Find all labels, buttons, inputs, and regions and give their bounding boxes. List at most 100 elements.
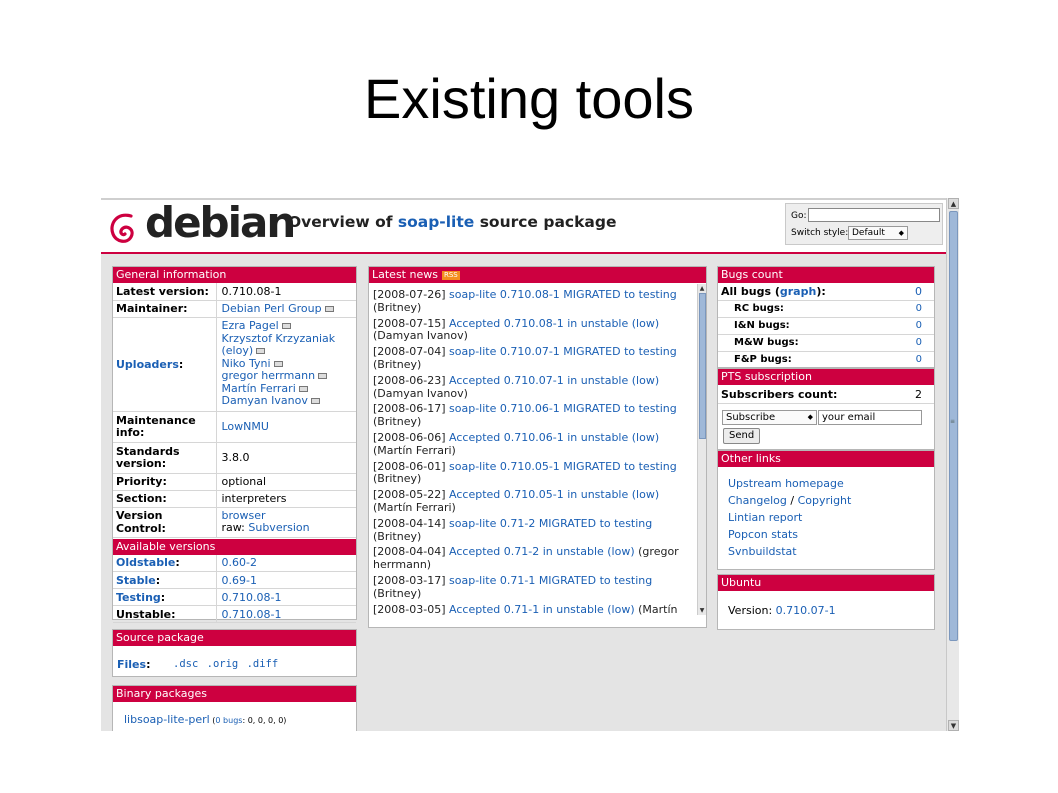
news-link[interactable]: soap-lite 0.710.05-1 MIGRATED to testing — [449, 460, 677, 473]
scroll-down-icon[interactable]: ▼ — [948, 720, 959, 731]
slash: / — [786, 494, 798, 507]
logo-text: debian — [145, 198, 296, 247]
dsc-link[interactable]: .dsc — [173, 658, 198, 670]
section-value: interpreters — [216, 490, 356, 508]
news-link[interactable]: soap-lite 0.71-1 MIGRATED to testing — [449, 574, 652, 587]
table-row: I&N bugs: 0 — [718, 317, 934, 335]
ubuntu-version-link[interactable]: 0.710.07-1 — [776, 604, 836, 617]
binary-bugs-rest: : 0, 0, 0, 0) — [242, 716, 287, 725]
mail-icon[interactable] — [298, 385, 308, 392]
diff-link[interactable]: .diff — [247, 658, 279, 670]
news-date: [2008-06-23] — [373, 373, 450, 387]
subscribe-select[interactable]: Subscribe ◆ — [722, 410, 817, 425]
news-item: [2008-07-04] soap-lite 0.710.07-1 MIGRAT… — [373, 345, 695, 372]
files-link[interactable]: Files — [117, 658, 146, 671]
oldstable-link[interactable]: Oldstable — [116, 556, 175, 569]
latest-version-value: 0.710.08-1 — [216, 283, 356, 301]
popcon-stats-link[interactable]: Popcon stats — [728, 528, 798, 541]
news-link[interactable]: soap-lite 0.710.07-1 MIGRATED to testing — [449, 345, 677, 358]
svnbuildstat-link[interactable]: Svnbuildstat — [728, 545, 797, 558]
lintian-report-link[interactable]: Lintian report — [728, 511, 802, 524]
news-link[interactable]: Accepted 0.710.07-1 in unstable (low) — [449, 374, 659, 387]
mail-icon[interactable] — [281, 322, 291, 329]
binary-package-link[interactable]: libsoap-lite-perl — [124, 713, 210, 726]
orig-link[interactable]: .orig — [207, 658, 239, 670]
maintenance-label-2: info: — [116, 425, 145, 439]
all-bugs-count[interactable]: 0 — [898, 283, 934, 301]
heading-package-link[interactable]: soap-lite — [398, 213, 474, 231]
changelog-link[interactable]: Changelog — [728, 494, 787, 507]
mw-bugs-count[interactable]: 0 — [898, 334, 934, 352]
news-author: (Britney) — [373, 415, 422, 429]
fp-bugs-count[interactable]: 0 — [898, 351, 934, 369]
rc-bugs-count[interactable]: 0 — [898, 300, 934, 318]
latest-news-panel: Latest news RSS [2008-07-26] soap-lite 0.… — [368, 266, 707, 628]
uploader-link[interactable]: Damyan Ivanov — [222, 394, 308, 408]
uploader-link[interactable]: Ezra Pagel — [222, 319, 279, 332]
mail-icon[interactable] — [318, 373, 328, 380]
in-bugs-count[interactable]: 0 — [898, 317, 934, 335]
testing-link[interactable]: Testing — [116, 591, 161, 604]
all-bugs-text: All bugs ( — [721, 284, 780, 298]
maintenance-link[interactable]: LowNMU — [222, 420, 269, 433]
news-scroll-thumb[interactable] — [699, 293, 706, 439]
rss-icon[interactable]: RSS — [441, 271, 460, 280]
unstable-version-link[interactable]: 0.710.08-1 — [222, 608, 282, 621]
testing-version-link[interactable]: 0.710.08-1 — [222, 591, 282, 604]
mail-icon[interactable] — [324, 306, 334, 312]
send-button[interactable]: Send — [723, 428, 761, 444]
uploader-link[interactable]: Niko Tyni — [222, 357, 271, 370]
news-link[interactable]: Accepted 0.71-2 in unstable (low) — [449, 545, 635, 558]
page-scrollbar[interactable]: ▲ ≡ ▼ — [946, 198, 959, 731]
news-author: (Britney) — [373, 586, 422, 600]
binary-packages-title: Binary packages — [113, 686, 356, 702]
uploaders-list: Ezra Pagel Krzysztof Krzyzaniak (eloy) N… — [216, 317, 356, 412]
scroll-up-icon[interactable]: ▲ — [948, 198, 959, 209]
heading-suffix: source package — [474, 213, 617, 231]
news-date: [2008-07-04] — [373, 345, 450, 359]
go-input[interactable] — [808, 208, 940, 222]
oldstable-version-link[interactable]: 0.60-2 — [222, 556, 257, 569]
news-link[interactable]: Accepted 0.710.06-1 in unstable (low) — [449, 431, 659, 444]
mail-icon[interactable] — [310, 398, 320, 405]
news-link[interactable]: Accepted 0.71-1 in unstable (low) — [449, 603, 635, 616]
binary-bugs-link[interactable]: 0 bugs — [215, 716, 242, 725]
vcs-raw-link[interactable]: Subversion — [248, 521, 309, 534]
news-link[interactable]: soap-lite 0.71-2 MIGRATED to testing — [449, 517, 652, 530]
scroll-down-icon[interactable]: ▼ — [698, 606, 706, 615]
scroll-grip-icon: ≡ — [950, 418, 956, 425]
table-row: Version Control: browser raw: Subversion — [113, 507, 356, 538]
general-information-panel: General information Latest version: 0.71… — [112, 266, 357, 623]
email-input[interactable]: your email — [818, 410, 922, 425]
copyright-link[interactable]: Copyright — [798, 494, 852, 507]
stable-version-link[interactable]: 0.69-1 — [222, 574, 257, 587]
stable-link[interactable]: Stable — [116, 574, 156, 587]
source-package-panel: Source package Files: .dsc .orig .diff — [112, 629, 357, 677]
maintenance-value: LowNMU — [216, 411, 356, 443]
scroll-up-icon[interactable]: ▲ — [698, 284, 706, 293]
upstream-homepage-link[interactable]: Upstream homepage — [728, 477, 844, 490]
subscribe-select-value: Subscribe — [726, 412, 776, 423]
uploader-link[interactable]: Martín Ferrari — [222, 382, 296, 395]
switch-style-select[interactable]: Default ◆ — [848, 226, 908, 240]
mail-icon[interactable] — [273, 360, 283, 367]
page-scroll-thumb[interactable] — [949, 211, 958, 641]
news-link[interactable]: soap-lite 0.710.08-1 MIGRATED to testing — [449, 288, 677, 301]
maintainer-link[interactable]: Debian Perl Group — [222, 302, 322, 315]
uploader-link[interactable]: (eloy) — [222, 344, 254, 357]
table-row: Oldstable: 0.60-2 — [113, 554, 356, 572]
uploader-link[interactable]: Krzysztof Krzyzaniak — [222, 332, 336, 345]
news-author: (Britney) — [373, 529, 422, 543]
list-item: Changelog / Copyright — [728, 492, 851, 509]
source-package-title: Source package — [113, 630, 356, 646]
news-scrollbar[interactable]: ▲ ▼ — [697, 284, 706, 615]
colon: : — [175, 556, 180, 570]
bugs-graph-link[interactable]: graph — [780, 285, 816, 298]
news-link[interactable]: Accepted 0.710.05-1 in unstable (low) — [449, 488, 659, 501]
uploaders-link[interactable]: Uploaders — [116, 358, 179, 371]
news-link[interactable]: Accepted 0.710.08-1 in unstable (low) — [449, 317, 659, 330]
mail-icon[interactable] — [256, 348, 266, 355]
uploader-link[interactable]: gregor herrmann — [222, 369, 316, 382]
vcs-browser-link[interactable]: browser — [222, 509, 266, 522]
news-link[interactable]: soap-lite 0.710.06-1 MIGRATED to testing — [449, 402, 677, 415]
